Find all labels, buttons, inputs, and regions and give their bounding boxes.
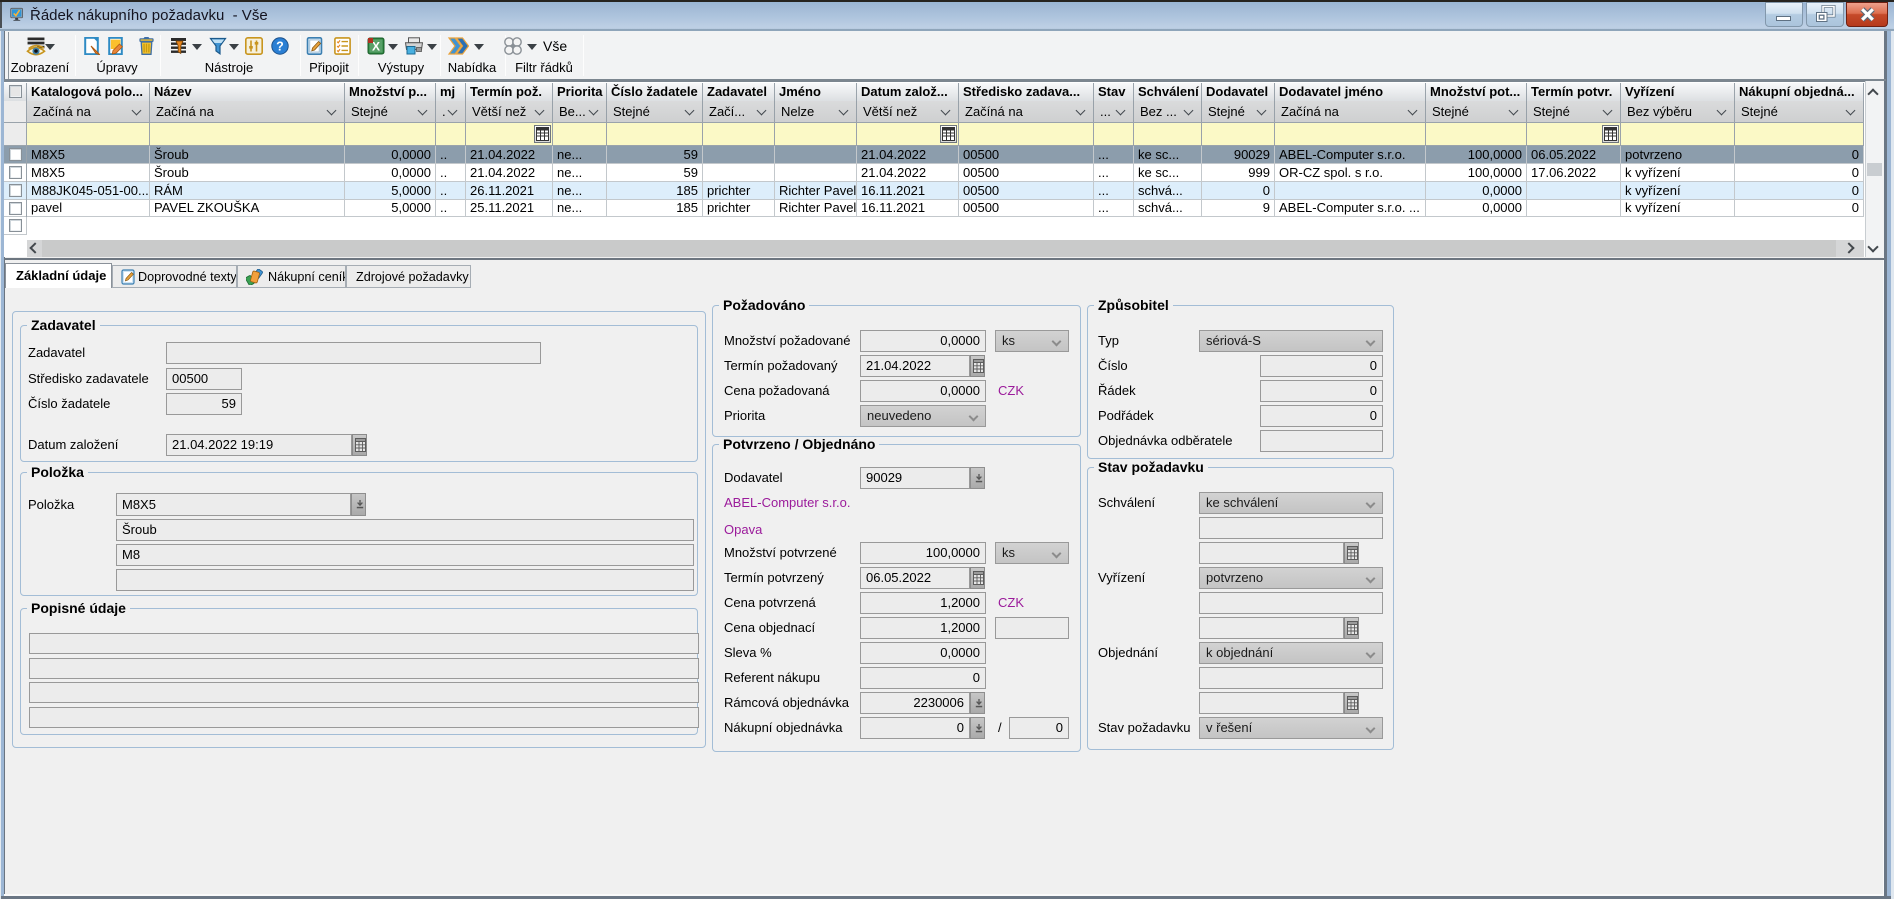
svg-text:?: ? (276, 39, 284, 53)
svg-text:X: X (372, 40, 380, 54)
